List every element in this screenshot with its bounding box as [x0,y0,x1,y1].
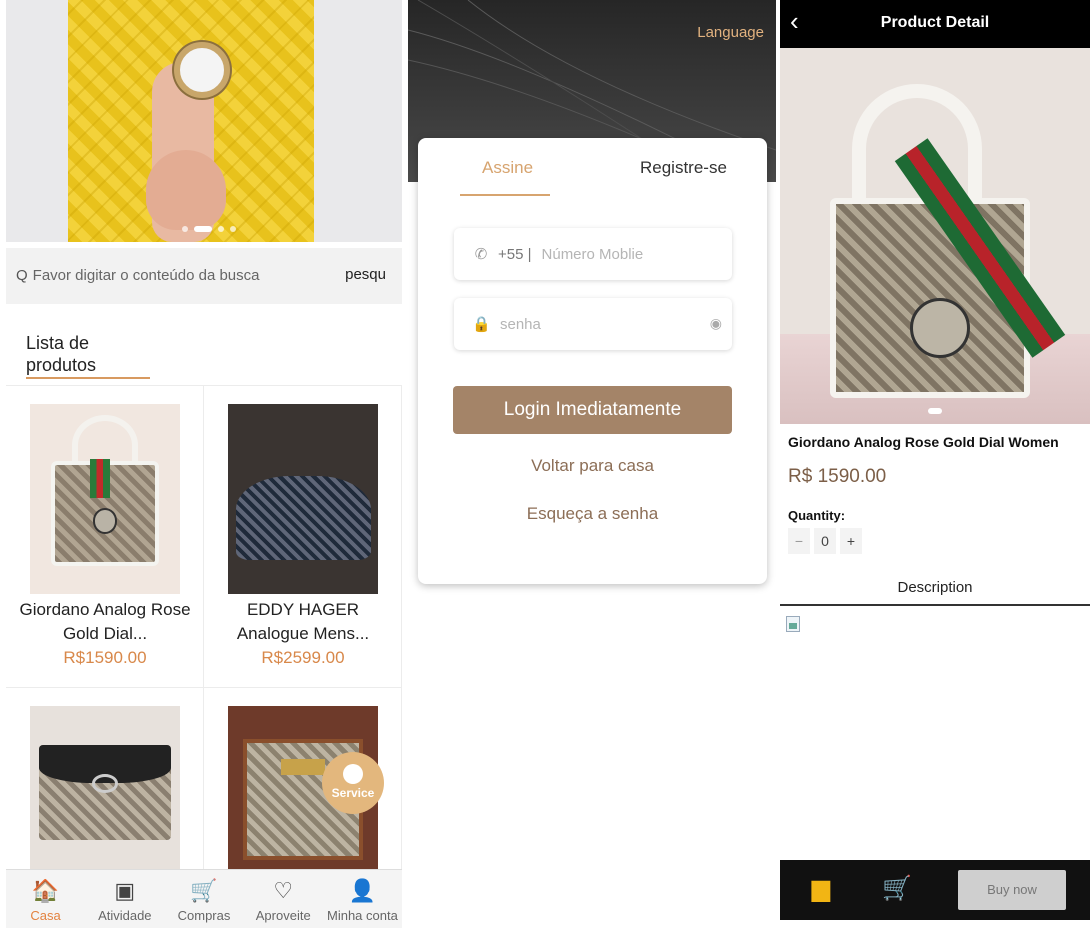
product-list-title: Lista de produtos [26,332,150,379]
bag-bee [910,298,970,358]
headset-icon [343,764,363,784]
login-screen: Language Assine Registre-se ✆ +55 | 🔒 ◉ … [408,0,776,928]
product-name: EDDY HAGER Analogue Mens... [236,600,370,643]
bottom-tab-bar: 🏠 Casa ▣ Atividade 🛒 Compras ♡ Aproveite… [6,869,402,928]
login-button[interactable]: Login Imediatamente [453,386,732,434]
tab-casa[interactable]: 🏠 Casa [6,870,85,928]
store-icon[interactable]: ▆ [806,874,836,904]
product-image [30,404,180,594]
tab-sign-in[interactable]: Assine [482,158,533,178]
description-tab[interactable]: Description [780,576,1090,606]
carousel-dot-active [928,408,942,414]
tab-minha-conta[interactable]: 👤 Minha conta [323,870,402,928]
product-image[interactable] [780,48,1090,424]
back-home-link[interactable]: Voltar para casa [418,456,767,476]
tab-label: Atividade [98,908,152,923]
password-input[interactable] [500,315,670,333]
home-screen: Q Favor digitar o conteúdo da busca pesq… [0,0,404,928]
carousel-dot [182,226,188,232]
top-bar: ‹ Product Detail [780,0,1090,48]
tab-label: Aproveite [255,908,311,923]
carousel-dot-active [194,226,212,232]
phone-icon: ✆ [474,246,488,263]
banner-watch [174,42,230,98]
bag-stripe [90,459,110,498]
tab-label: Casa [30,908,61,923]
forgot-password-link[interactable]: Esqueça a senha [418,504,767,524]
phone-field[interactable]: ✆ +55 | [454,228,732,280]
country-code: +55 | [498,245,532,263]
user-icon: 👤 [348,878,377,903]
product-image [30,706,180,870]
login-card: Assine Registre-se ✆ +55 | 🔒 ◉ Login Ime… [418,138,767,584]
password-field[interactable]: 🔒 ◉ [454,298,732,350]
product-card[interactable] [6,688,204,870]
lock-icon: 🔒 [472,316,491,333]
product-name: Giordano Analog Rose Gold Dial Women [788,434,1059,450]
bag-body [51,459,159,566]
balloons-icon: ♡ [273,878,294,903]
buy-now-button[interactable]: Buy now [958,870,1066,910]
service-label: Service [331,786,375,800]
phone-input[interactable] [541,245,712,263]
carousel-dot [230,226,236,232]
login-tabs: Assine Registre-se [418,138,767,198]
cart-icon[interactable]: 🛒 [882,874,912,904]
product-image [228,404,378,594]
bag-ring [91,773,119,793]
saddle-bag [235,476,371,560]
service-button[interactable]: Service [322,752,384,814]
product-price: R$1590.00 [63,648,147,667]
activity-icon: ▣ [114,878,136,903]
tab-label: Minha conta [327,908,398,923]
tab-compras[interactable]: 🛒 Compras [164,870,243,928]
home-icon: 🏠 [31,878,60,903]
carousel-dot [218,226,224,232]
banner-carousel[interactable] [6,0,402,242]
page-title: Product Detail [880,14,990,31]
search-icon: Q [16,266,28,284]
search-bar: Q Favor digitar o conteúdo da busca pesq… [6,248,402,304]
product-card[interactable]: EDDY HAGER Analogue Mens... R$2599.00 [204,386,402,688]
tab-label: Compras [177,908,231,923]
tab-register[interactable]: Registre-se [640,158,727,178]
cart-icon: 🛒 [190,878,218,903]
search-placeholder: Favor digitar o conteúdo da busca [32,266,260,284]
quantity-stepper: − 0 + [788,528,866,554]
language-button[interactable]: Language [697,24,764,41]
tab-atividade[interactable]: ▣ Atividade [85,870,164,928]
banner-hand [146,150,226,230]
dionysus-bag [39,745,171,841]
quantity-label: Quantity: [788,508,846,523]
bag-bee [93,508,117,534]
search-input[interactable]: Q Favor digitar o conteúdo da busca [14,256,344,294]
product-detail-screen: ‹ Product Detail Giordano Analog Rose Go… [780,0,1090,928]
quantity-value[interactable]: 0 [814,528,836,554]
broken-image-icon [786,616,800,632]
active-tab-underline [460,194,550,196]
search-button[interactable]: pesqu [345,266,386,283]
product-name: Giordano Analog Rose Gold Dial... [19,600,191,643]
decrement-button[interactable]: − [788,528,810,554]
carousel-indicator [182,226,236,232]
tab-aproveite[interactable]: ♡ Aproveite [244,870,323,928]
bottom-action-bar: ▆ 🛒 Buy now [780,860,1090,920]
product-price: R$2599.00 [261,648,345,667]
eye-icon[interactable]: ◉ [710,315,722,332]
increment-button[interactable]: + [840,528,862,554]
product-card[interactable]: Giordano Analog Rose Gold Dial... R$1590… [6,386,204,688]
product-price: R$ 1590.00 [788,466,887,487]
bag-lock [280,758,326,775]
